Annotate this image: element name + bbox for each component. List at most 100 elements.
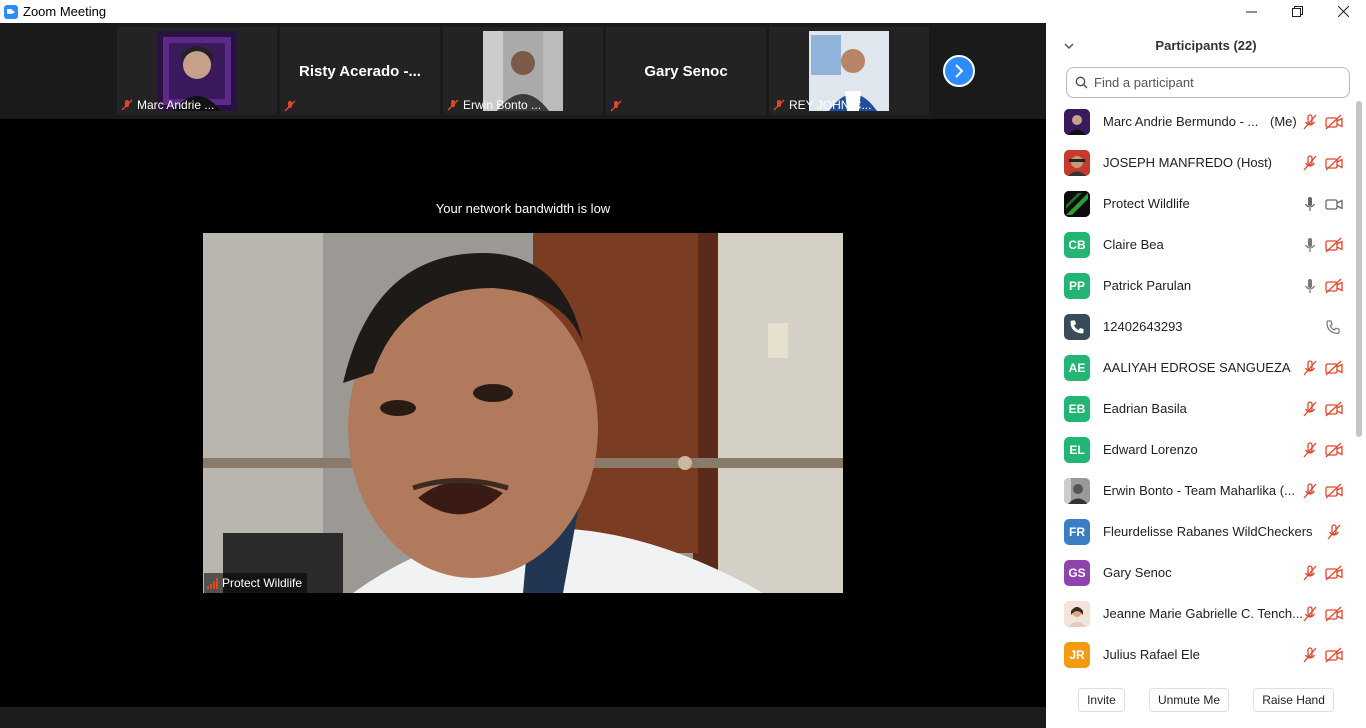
thumbnail-name: REY JOHN C... <box>789 98 872 112</box>
invite-button[interactable]: Invite <box>1078 688 1125 712</box>
thumbnail-tile[interactable]: Marc Andrie ... <box>117 27 277 115</box>
chevron-right-icon <box>955 64 964 78</box>
participant-row[interactable]: EL Edward Lorenzo <box>1046 429 1354 470</box>
search-icon <box>1075 76 1088 89</box>
participant-row[interactable]: PP Patrick Parulan <box>1046 265 1354 306</box>
mic-muted-icon[interactable] <box>1302 647 1318 663</box>
network-notice: Your network bandwidth is low <box>435 201 611 216</box>
mic-muted-icon[interactable] <box>1302 483 1318 499</box>
avatar <box>1064 477 1090 504</box>
active-speaker-video[interactable]: Protect Wildlife <box>203 233 843 593</box>
restore-icon <box>1291 6 1303 17</box>
thumbnail-tile[interactable]: Gary Senoc <box>606 27 766 115</box>
thumbnail-label <box>284 100 296 112</box>
mic-muted-icon <box>284 100 296 112</box>
raise-hand-button[interactable]: Raise Hand <box>1253 688 1334 712</box>
thumbnail-label: REY JOHN C... <box>773 98 871 112</box>
thumbnail-tile[interactable]: Risty Acerado -... <box>280 27 440 115</box>
mic-on-icon[interactable] <box>1302 196 1318 212</box>
video-off-icon[interactable] <box>1325 155 1343 171</box>
video-off-icon[interactable] <box>1325 647 1343 663</box>
participant-row[interactable]: AE AALIYAH EDROSE SANGUEZA <box>1046 347 1354 388</box>
video-off-icon[interactable] <box>1325 483 1343 499</box>
participant-list-scrollbar[interactable] <box>1356 101 1362 437</box>
video-off-icon[interactable] <box>1325 278 1343 294</box>
mic-on-icon[interactable] <box>1302 278 1318 294</box>
maximize-button[interactable] <box>1274 0 1320 23</box>
video-off-icon[interactable] <box>1325 360 1343 376</box>
avatar <box>1064 600 1090 627</box>
participants-panel: Participants (22) Marc Andrie Bermundo -… <box>1046 23 1366 728</box>
video-on-icon[interactable] <box>1325 196 1343 212</box>
mic-muted-icon[interactable] <box>1302 565 1318 581</box>
thumbnail-display-name: Risty Acerado -... <box>299 63 421 80</box>
participant-name: Gary Senoc <box>1103 565 1172 580</box>
avatar <box>1064 313 1090 340</box>
thumbnail-display-name: Gary Senoc <box>644 63 728 80</box>
speaker-name-label: Protect Wildlife <box>204 573 308 593</box>
participant-row[interactable]: Marc Andrie Bermundo - ... (Me) <box>1046 101 1354 142</box>
video-off-icon[interactable] <box>1325 401 1343 417</box>
window-title: Zoom Meeting <box>23 4 107 19</box>
video-off-icon[interactable] <box>1325 565 1343 581</box>
participant-name: 12402643293 <box>1103 319 1183 334</box>
participant-name: Protect Wildlife <box>1103 196 1190 211</box>
unmute-me-button[interactable]: Unmute Me <box>1148 688 1229 712</box>
video-off-icon[interactable] <box>1325 114 1343 130</box>
video-off-icon[interactable] <box>1325 237 1343 253</box>
zoom-app-icon <box>4 4 18 19</box>
mic-muted-icon[interactable] <box>1302 442 1318 458</box>
search-input[interactable] <box>1094 75 1334 90</box>
avatar: PP <box>1064 272 1090 299</box>
avatar: JR <box>1064 641 1090 668</box>
video-off-icon[interactable] <box>1325 442 1343 458</box>
title-bar: Zoom Meeting <box>0 0 1366 23</box>
participant-row[interactable]: JR Julius Rafael Ele <box>1046 634 1354 675</box>
participant-name: JOSEPH MANFREDO (Host) <box>1103 155 1273 170</box>
signal-strength-icon <box>207 577 218 589</box>
next-page-button[interactable] <box>943 55 975 87</box>
minimize-button[interactable] <box>1228 0 1274 23</box>
participant-row[interactable]: 12402643293 <box>1046 306 1354 347</box>
participant-row[interactable]: FR Fleurdelisse Rabanes WildCheckers ... <box>1046 511 1354 552</box>
window-controls <box>1228 0 1366 23</box>
participant-row[interactable]: CB Claire Bea <box>1046 224 1354 265</box>
phone-icon <box>1070 320 1084 333</box>
participant-row[interactable]: Jeanne Marie Gabrielle C. Tench... <box>1046 593 1354 634</box>
mic-muted-icon[interactable] <box>1302 114 1318 130</box>
mic-muted-icon <box>773 99 785 111</box>
mic-muted-icon[interactable] <box>1302 606 1318 622</box>
mic-muted-icon[interactable] <box>1302 401 1318 417</box>
mic-muted-icon[interactable] <box>1302 360 1318 376</box>
video-off-icon[interactable] <box>1325 606 1343 622</box>
me-tag: (Me) <box>1270 114 1297 129</box>
avatar <box>1064 108 1090 135</box>
participant-row[interactable]: JOSEPH MANFREDO (Host) <box>1046 142 1354 183</box>
mic-on-icon[interactable] <box>1302 237 1318 253</box>
participant-name: Erwin Bonto - Team Maharlika (... <box>1103 483 1295 498</box>
thumbnail-strip: Marc Andrie ... Risty Acerado -... Erwin… <box>0 23 1046 119</box>
chevron-down-icon[interactable] <box>1062 39 1076 53</box>
participant-row[interactable]: Protect Wildlife <box>1046 183 1354 224</box>
thumbnail-tile[interactable]: REY JOHN C... <box>769 27 929 115</box>
minimize-icon <box>1245 11 1257 13</box>
participant-row[interactable]: GS Gary Senoc <box>1046 552 1354 593</box>
speaker-video-frame <box>203 233 843 593</box>
participant-search[interactable] <box>1066 67 1350 98</box>
meeting-controls-bar <box>0 707 1046 728</box>
mic-muted-icon[interactable] <box>1302 155 1318 171</box>
thumbnail-name: Marc Andrie ... <box>137 98 215 112</box>
participant-row[interactable]: EB Eadrian Basila <box>1046 388 1354 429</box>
thumbnail-tile[interactable]: Erwin Bonto ... <box>443 27 603 115</box>
close-button[interactable] <box>1320 0 1366 23</box>
avatar <box>1064 149 1090 176</box>
close-icon <box>1337 6 1349 17</box>
mic-muted-icon[interactable] <box>1325 524 1343 540</box>
phone-audio-icon[interactable] <box>1325 319 1343 335</box>
video-area: Marc Andrie ... Risty Acerado -... Erwin… <box>0 23 1046 728</box>
avatar: GS <box>1064 559 1090 586</box>
participant-name: AALIYAH EDROSE SANGUEZA <box>1103 360 1291 375</box>
participant-name: Julius Rafael Ele <box>1103 647 1200 662</box>
participant-name: Patrick Parulan <box>1103 278 1192 293</box>
participant-row[interactable]: Erwin Bonto - Team Maharlika (... <box>1046 470 1354 511</box>
